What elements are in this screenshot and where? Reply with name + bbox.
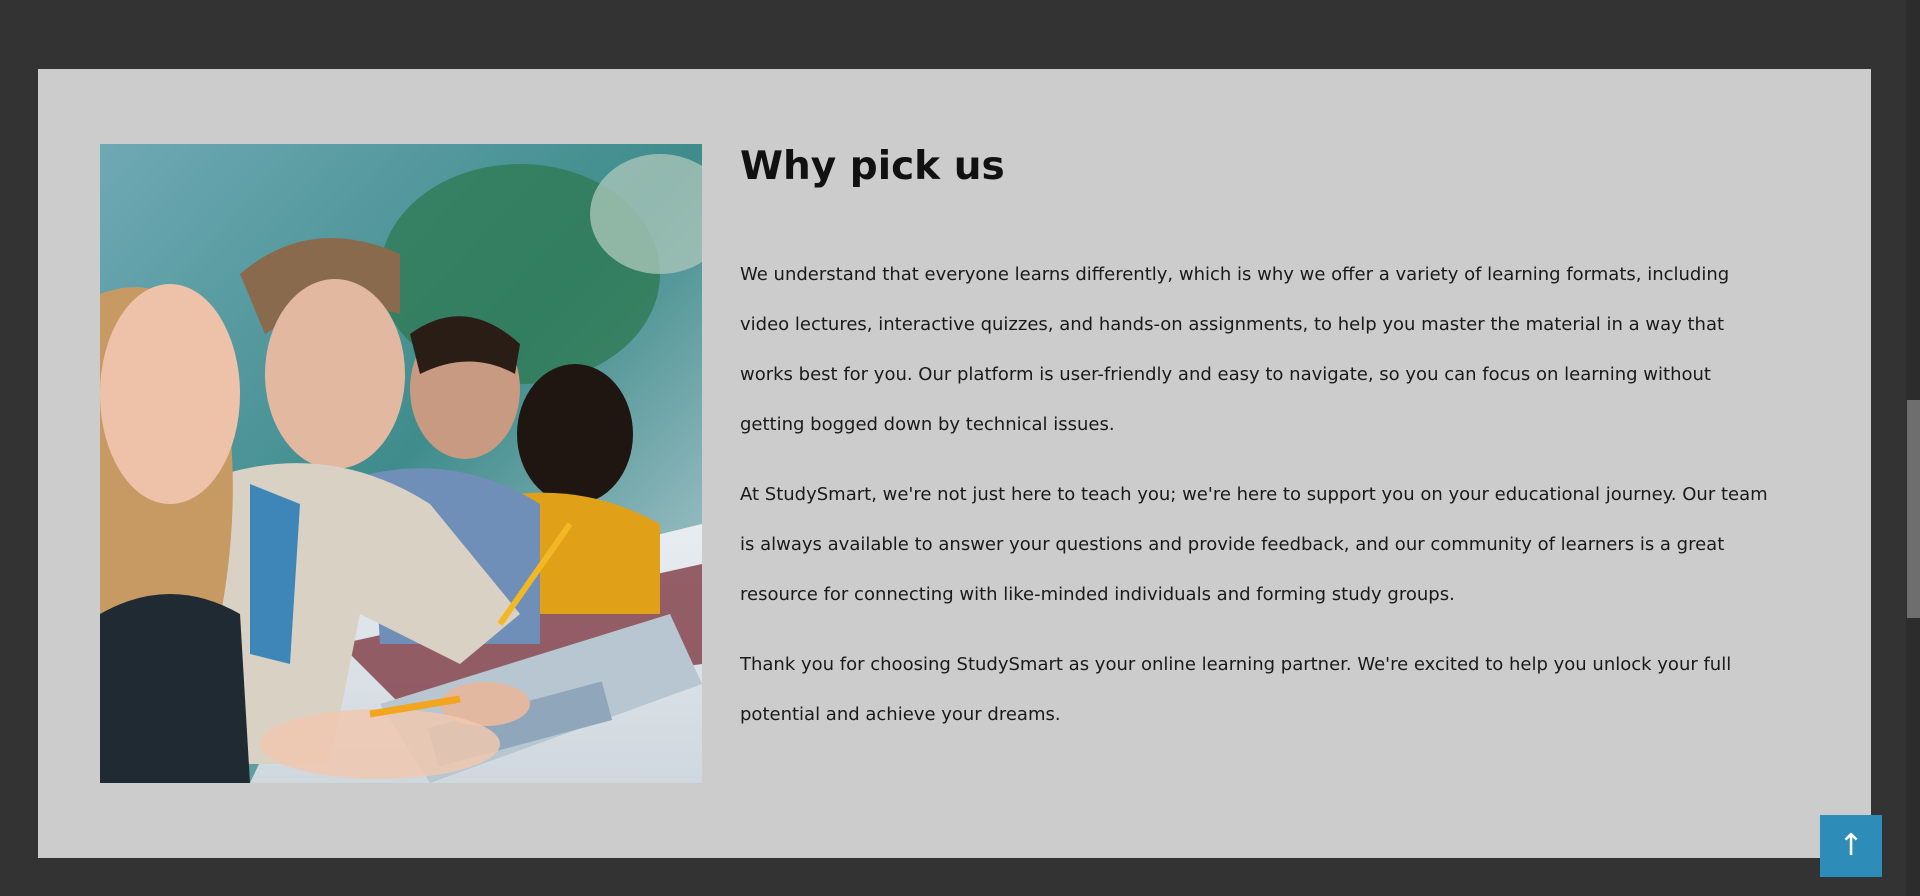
classroom-photo — [100, 144, 702, 783]
why-pick-us-content: Why pick us We understand that everyone … — [740, 144, 1780, 740]
why-pick-us-section: Why pick us We understand that everyone … — [38, 69, 1871, 858]
scrollbar-thumb[interactable] — [1907, 400, 1920, 618]
paragraph-learning-formats: We understand that everyone learns diffe… — [740, 264, 1730, 435]
paragraph-thank-you: Thank you for choosing StudySmart as you… — [740, 654, 1732, 725]
section-heading: Why pick us — [740, 144, 1005, 189]
page: Why pick us We understand that everyone … — [0, 0, 1920, 896]
students-writing-illustration — [100, 144, 702, 783]
paragraph-support: At StudySmart, we're not just here to te… — [740, 484, 1768, 605]
arrow-up-icon: ↑ — [1838, 828, 1864, 863]
scroll-to-top-button[interactable]: ↑ — [1820, 815, 1882, 877]
